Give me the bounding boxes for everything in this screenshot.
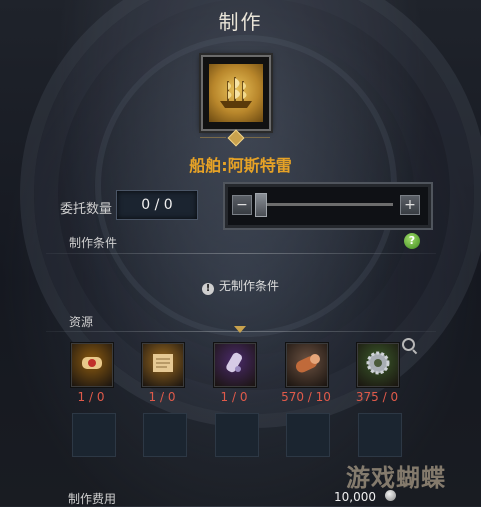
ornament-triangle xyxy=(234,326,246,333)
decrease-button[interactable]: − xyxy=(232,195,252,215)
resource-slot[interactable] xyxy=(286,343,328,387)
divider xyxy=(244,137,270,138)
no-conditions-label: 无制作条件 xyxy=(218,279,279,293)
watermark-logo: 游戏蝴蝶 xyxy=(346,464,446,492)
item-icon-frame[interactable] xyxy=(201,55,271,131)
empty-slot[interactable] xyxy=(72,413,116,457)
resource-count: 375 / 0 xyxy=(355,390,399,404)
divider xyxy=(200,137,226,138)
info-icon: ! xyxy=(201,283,214,295)
item-name: 船舶:阿斯特雷 xyxy=(189,156,292,175)
parchment-icon xyxy=(147,347,179,383)
slider-track[interactable] xyxy=(259,203,393,206)
window-title: 制作 xyxy=(218,10,263,34)
resource-count: 1 / 0 xyxy=(220,390,248,404)
empty-slot[interactable] xyxy=(143,413,187,457)
scroll-icon xyxy=(76,347,108,383)
resource-count: 570 / 10 xyxy=(281,390,331,404)
resource-slot[interactable] xyxy=(214,343,256,387)
slider-thumb[interactable] xyxy=(255,193,267,217)
quantity-input[interactable]: 0 / 0 xyxy=(116,190,198,220)
section-divider xyxy=(46,253,436,254)
quantity-slider[interactable]: − + xyxy=(223,182,433,230)
empty-slot[interactable] xyxy=(286,413,330,457)
timber-icon xyxy=(291,347,323,383)
resource-slot[interactable] xyxy=(142,343,184,387)
ornament-diamond xyxy=(227,129,245,147)
resource-slot[interactable] xyxy=(71,343,113,387)
gear-icon xyxy=(362,347,394,383)
empty-slot[interactable] xyxy=(215,413,259,457)
resources-label: 资源 xyxy=(69,315,94,329)
resource-count: 1 / 0 xyxy=(77,390,105,404)
resource-count: 1 / 0 xyxy=(148,390,176,404)
blueprint-icon xyxy=(219,347,251,383)
quantity-label: 委托数量 xyxy=(60,202,113,217)
conditions-label: 制作条件 xyxy=(69,236,118,250)
increase-button[interactable]: + xyxy=(400,195,420,215)
fee-label: 制作费用 xyxy=(68,492,117,506)
magnifier-icon[interactable] xyxy=(402,338,415,351)
no-conditions-text: ! 无制作条件 xyxy=(0,277,481,295)
empty-slot[interactable] xyxy=(358,413,402,457)
ship-icon xyxy=(209,64,263,122)
resource-slot[interactable] xyxy=(357,343,399,387)
help-icon[interactable]: ? xyxy=(404,233,420,249)
